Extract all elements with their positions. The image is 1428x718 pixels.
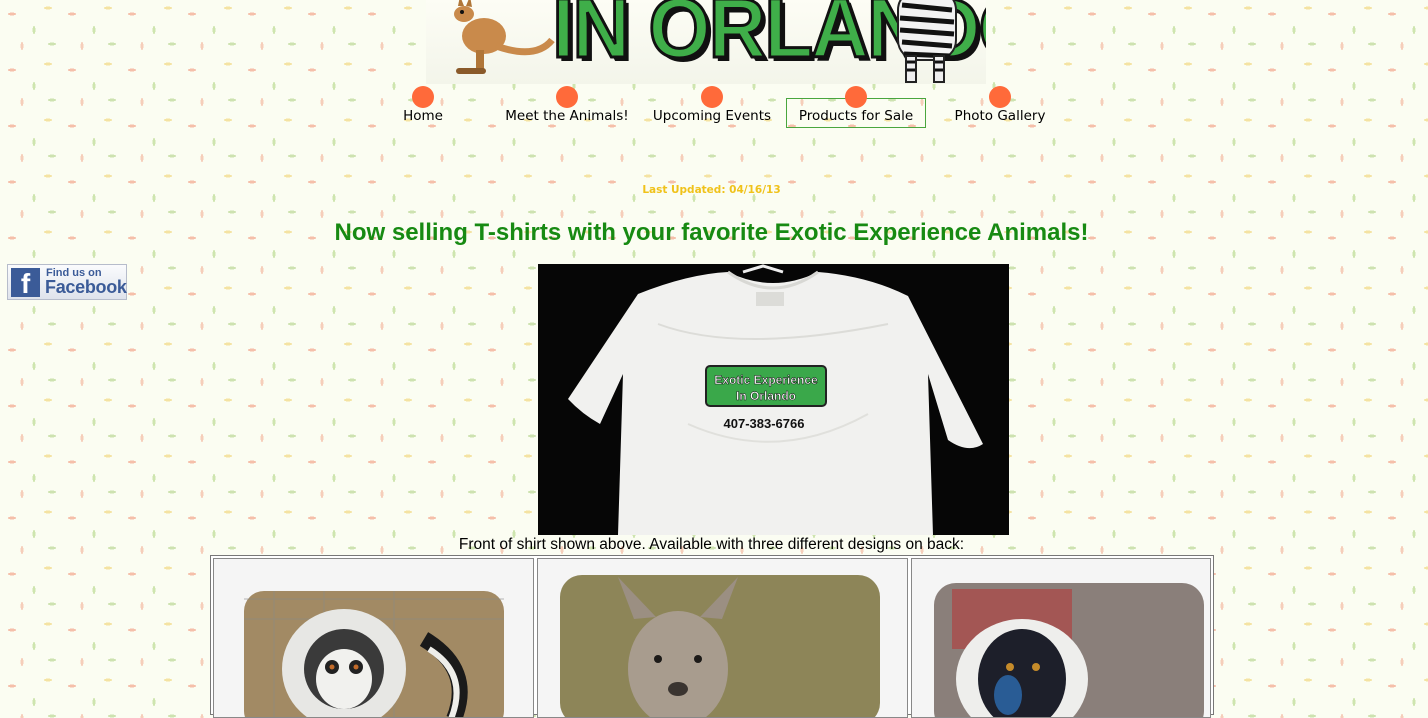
last-updated-text: Last Updated: 04/16/13 <box>642 184 781 196</box>
nav-home[interactable]: Home <box>353 86 493 130</box>
nav-photo-gallery[interactable]: Photo Gallery <box>930 86 1070 130</box>
site-banner: IN ORLANDO <box>426 0 986 84</box>
nav-upcoming-events[interactable]: Upcoming Events <box>642 86 782 130</box>
design-cell-ruffed-lemur <box>911 558 1211 718</box>
shirt-logo-line2: In Orlando <box>736 389 796 403</box>
back-designs-table <box>210 555 1214 718</box>
page-headline: Now selling T-shirts with your favorite … <box>334 219 1089 246</box>
main-navigation: Home Meet the Animals! Upcoming Events P… <box>0 86 1428 132</box>
tshirt-front-image: Exotic Experience In Orlando 407-383-676… <box>568 264 983 535</box>
shirt-logo-line1: Exotic Experience <box>714 373 818 387</box>
shirt-phone: 407-383-6766 <box>724 416 805 431</box>
nav-bullet-icon <box>412 86 434 108</box>
zebra-logo-icon <box>897 0 957 83</box>
nav-meet-the-animals-label: Meet the Animals! <box>505 108 629 124</box>
ruffed-lemur-design-image <box>934 583 1204 717</box>
design-cell-kangaroo <box>537 558 908 718</box>
nav-upcoming-events-label: Upcoming Events <box>652 108 772 124</box>
nav-photo-gallery-label: Photo Gallery <box>954 108 1046 124</box>
nav-bullet-icon <box>845 86 867 108</box>
nav-home-label: Home <box>403 108 443 124</box>
kangaroo-design-image <box>560 575 880 717</box>
shirt-caption: Front of shirt shown above. Available wi… <box>458 536 965 553</box>
facebook-wordmark: Facebook <box>45 277 127 297</box>
nav-products-for-sale-label: Products for Sale <box>798 108 914 124</box>
nav-bullet-icon <box>989 86 1011 108</box>
logo-wordmark: IN ORLANDO <box>551 0 986 77</box>
kangaroo-logo-icon <box>454 0 555 74</box>
lemur-design-image <box>244 591 504 717</box>
facebook-link[interactable]: f Find us on Facebook <box>7 264 127 300</box>
design-cell-lemur <box>213 558 534 718</box>
facebook-icon: f <box>11 268 40 299</box>
nav-meet-the-animals[interactable]: Meet the Animals! <box>497 86 637 130</box>
nav-bullet-icon <box>701 86 723 108</box>
nav-bullet-icon <box>556 86 578 108</box>
tshirt-front-photo: Exotic Experience In Orlando 407-383-676… <box>538 264 1009 535</box>
nav-products-for-sale[interactable]: Products for Sale <box>786 86 926 130</box>
